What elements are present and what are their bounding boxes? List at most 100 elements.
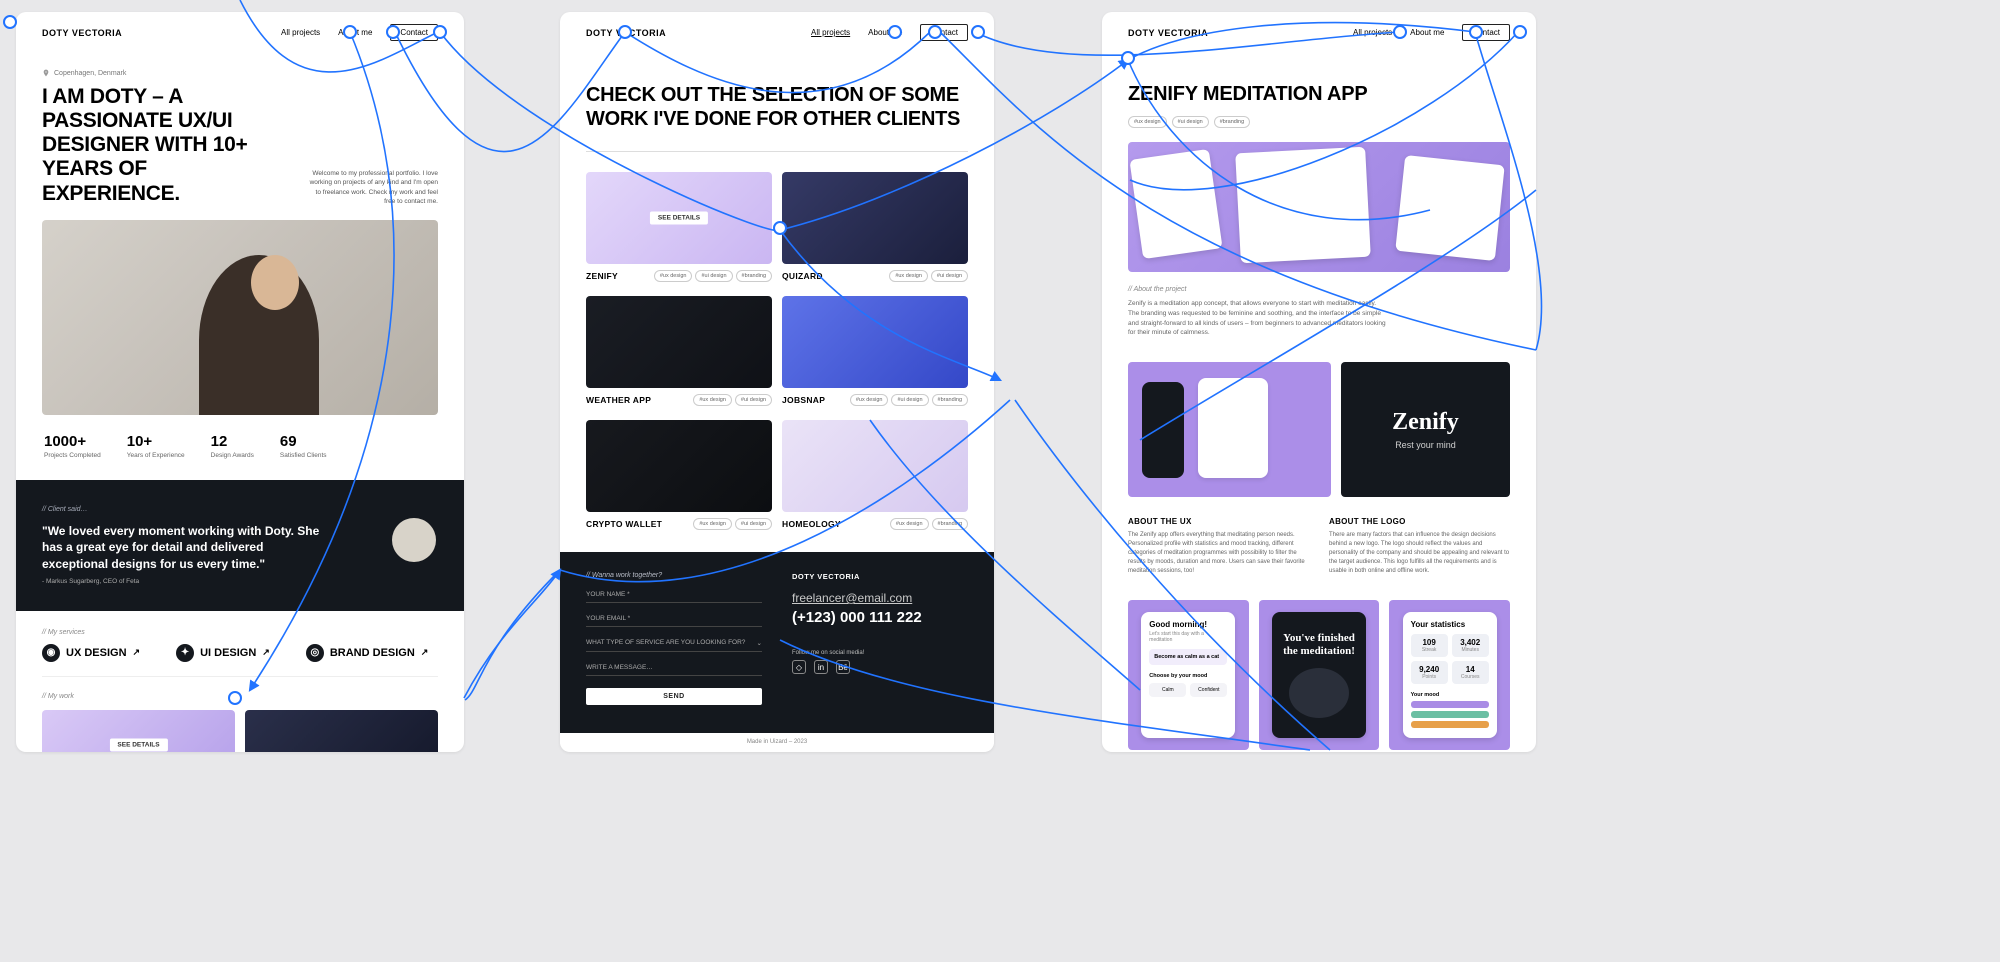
stat-label: Years of Experience bbox=[127, 452, 185, 460]
services-row: ◉UX DESIGN↗ ✦UI DESIGN↗ ◎BRAND DESIGN↗ bbox=[42, 644, 438, 677]
card-zenify[interactable]: SEE DETAILS ZENIFY#ux design#ui design#b… bbox=[586, 172, 772, 282]
mood-bar bbox=[1411, 701, 1489, 708]
stat-projects: 1000+Projects Completed bbox=[44, 433, 101, 460]
card-image bbox=[782, 420, 968, 512]
stat-box: 9,240Points bbox=[1411, 661, 1448, 684]
pin-icon bbox=[42, 69, 50, 77]
instagram-icon[interactable]: ◇ bbox=[792, 660, 806, 674]
email-field[interactable]: YOUR EMAIL * bbox=[586, 609, 762, 627]
nav: All projects About me Contact bbox=[811, 24, 968, 41]
nav-about[interactable]: About me bbox=[868, 28, 902, 37]
brand-logo[interactable]: DOTY VECTORIA bbox=[42, 28, 122, 38]
card-image bbox=[782, 296, 968, 388]
message-field[interactable]: WRITE A MESSAGE… bbox=[586, 658, 762, 676]
nav-all-projects[interactable]: All projects bbox=[1353, 28, 1392, 37]
mood-calm: Calm bbox=[1149, 683, 1186, 697]
footer-brand: DOTY VECTORIA bbox=[792, 572, 968, 581]
card-image bbox=[782, 172, 968, 264]
nav-contact-button[interactable]: Contact bbox=[1462, 24, 1510, 41]
stat-v: 14 bbox=[1456, 665, 1485, 674]
service-label: UI DESIGN bbox=[200, 647, 256, 659]
about-logo: ABOUT THE LOGO There are many factors th… bbox=[1329, 517, 1510, 576]
stat-v: 9,240 bbox=[1415, 665, 1444, 674]
screen-morning: Good morning! Let's start this day with … bbox=[1128, 600, 1249, 750]
col-text: There are many factors that can influenc… bbox=[1329, 531, 1510, 576]
brand-logo[interactable]: DOTY VECTORIA bbox=[1128, 28, 1208, 38]
testimonial-avatar bbox=[392, 518, 436, 562]
made-in-footer: Made in Uizard – 2023 bbox=[560, 733, 994, 751]
about-text: Zenify is a meditation app concept, that… bbox=[1128, 299, 1388, 338]
mock-card bbox=[1395, 155, 1504, 261]
nav-contact-button[interactable]: Contact bbox=[920, 24, 968, 41]
card-tags: #ux design#branding bbox=[890, 518, 968, 530]
work-thumb-zenify[interactable]: SEE DETAILS bbox=[42, 710, 235, 752]
stat-label: Design Awards bbox=[211, 452, 254, 460]
card-tags: #ux design#ui design bbox=[693, 394, 772, 406]
catalog-title: CHECK OUT THE SELECTION OF SOME WORK I'V… bbox=[560, 51, 994, 151]
arrow-icon: ↗ bbox=[262, 647, 270, 658]
nav-about[interactable]: About me bbox=[338, 28, 372, 37]
card-crypto[interactable]: CRYPTO WALLET#ux design#ui design bbox=[586, 420, 772, 530]
see-details-button[interactable]: SEE DETAILS bbox=[650, 212, 708, 225]
choose-label: Choose by your mood bbox=[1149, 673, 1227, 679]
card-title: WEATHER APP bbox=[586, 395, 651, 405]
stats-row: 1000+Projects Completed 10+Years of Expe… bbox=[16, 415, 464, 476]
nav-contact-button[interactable]: Contact bbox=[390, 24, 438, 41]
behance-icon[interactable]: Bē bbox=[836, 660, 850, 674]
linkedin-icon[interactable]: in bbox=[814, 660, 828, 674]
person-face bbox=[251, 255, 299, 310]
layout-screens bbox=[1128, 362, 1331, 497]
card-tags: #ux design#ui design#branding bbox=[850, 394, 968, 406]
header: DOTY VECTORIA All projects About me Cont… bbox=[1102, 12, 1536, 51]
work-row: SEE DETAILS bbox=[16, 710, 464, 752]
card-image bbox=[586, 296, 772, 388]
stat-box: 3,402Minutes bbox=[1452, 634, 1489, 657]
tag: #ux design bbox=[889, 270, 928, 282]
brand-logo[interactable]: DOTY VECTORIA bbox=[586, 28, 666, 38]
select-label: WHAT TYPE OF SERVICE ARE YOU LOOKING FOR… bbox=[586, 639, 745, 647]
see-details-button[interactable]: SEE DETAILS bbox=[109, 738, 167, 751]
follow-label: Follow me on social media! bbox=[792, 650, 968, 656]
work-thumb-quizard[interactable] bbox=[245, 710, 438, 752]
tag: #ui design bbox=[1172, 116, 1209, 128]
card-jobsnap[interactable]: JOBSNAP#ux design#ui design#branding bbox=[782, 296, 968, 406]
stat-clients: 69Satisfied Clients bbox=[280, 433, 327, 460]
header: DOTY VECTORIA All projects About me Cont… bbox=[16, 12, 464, 51]
stat-years: 10+Years of Experience bbox=[127, 433, 185, 460]
send-button[interactable]: SEND bbox=[586, 688, 762, 705]
service-ux[interactable]: ◉UX DESIGN↗ bbox=[42, 644, 140, 662]
stat-value: 1000+ bbox=[44, 433, 101, 450]
service-select[interactable]: WHAT TYPE OF SERVICE ARE YOU LOOKING FOR… bbox=[586, 633, 762, 652]
stat-grid: 109Streak 3,402Minutes 9,240Points 14Cou… bbox=[1411, 634, 1489, 684]
screen-card-dark: You've finished the meditation! bbox=[1272, 612, 1366, 738]
tag: #ux design bbox=[1128, 116, 1167, 128]
name-field[interactable]: YOUR NAME * bbox=[586, 585, 762, 603]
work-label: // My work bbox=[42, 693, 438, 700]
tag: #ui design bbox=[695, 270, 732, 282]
zenify-tagline: Rest your mind bbox=[1395, 440, 1456, 450]
nav-all-projects[interactable]: All projects bbox=[811, 28, 850, 37]
layout-row: Zenify Rest your mind bbox=[1102, 352, 1536, 507]
screen-stats: Your statistics 109Streak 3,402Minutes 9… bbox=[1389, 600, 1510, 750]
frame-project-detail: DOTY VECTORIA All projects About me Cont… bbox=[1102, 12, 1536, 752]
header: DOTY VECTORIA All projects About me Cont… bbox=[560, 12, 994, 51]
hero-title: I AM DOTY – A PASSIONATE UX/UI DESIGNER … bbox=[42, 85, 288, 206]
nav-about[interactable]: About me bbox=[1410, 28, 1444, 37]
zenify-logo: Zenify bbox=[1392, 409, 1459, 436]
testimonial: // Client said… "We loved every moment w… bbox=[16, 480, 464, 611]
card-weather[interactable]: WEATHER APP #ux design#ui design bbox=[586, 296, 772, 406]
location: Copenhagen, Denmark bbox=[16, 69, 464, 77]
service-brand[interactable]: ◎BRAND DESIGN↗ bbox=[306, 644, 429, 662]
layout-logo: Zenify Rest your mind bbox=[1341, 362, 1510, 497]
card-quizard[interactable]: QUIZARD#ux design#ui design bbox=[782, 172, 968, 282]
mock-card bbox=[1129, 149, 1222, 259]
col-text: The Zenify app offers everything that me… bbox=[1128, 531, 1309, 576]
screen-title: Your statistics bbox=[1411, 620, 1489, 629]
arrow-icon: ↗ bbox=[133, 647, 141, 658]
col-heading: ABOUT THE UX bbox=[1128, 517, 1309, 526]
service-ui[interactable]: ✦UI DESIGN↗ bbox=[176, 644, 270, 662]
nav-all-projects[interactable]: All projects bbox=[281, 28, 320, 37]
card-homeology[interactable]: HOMEOLOGY#ux design#branding bbox=[782, 420, 968, 530]
frame-home: DOTY VECTORIA All projects About me Cont… bbox=[16, 12, 464, 752]
email-link[interactable]: freelancer@email.com bbox=[792, 591, 968, 605]
